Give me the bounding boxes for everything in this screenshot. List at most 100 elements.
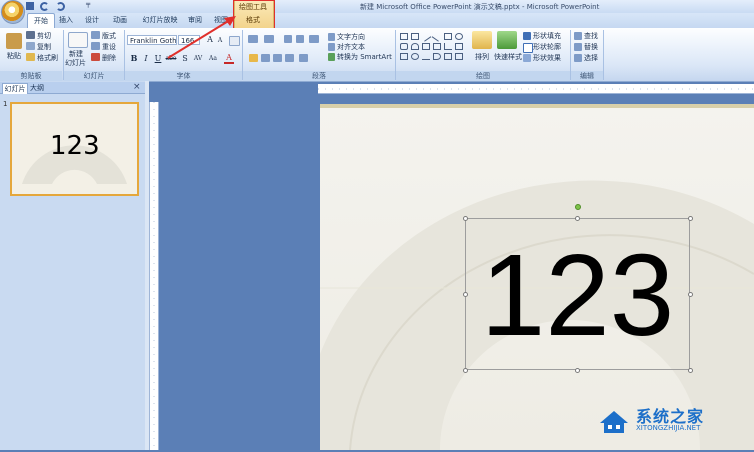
shape-curve-icon[interactable]: [422, 53, 430, 60]
line-spacing-icon[interactable]: [309, 35, 319, 43]
undo-icon[interactable]: [40, 2, 49, 11]
paste-icon[interactable]: [6, 33, 22, 49]
shape-textbox-icon[interactable]: [411, 33, 419, 40]
layout-button[interactable]: 版式: [102, 31, 116, 41]
shape-outline-button[interactable]: 形状轮廓: [533, 42, 561, 52]
bullets-icon[interactable]: [248, 35, 258, 43]
new-slide-icon[interactable]: [68, 32, 88, 48]
shape-elbow-icon[interactable]: [433, 43, 441, 50]
resize-handle-top[interactable]: [575, 216, 580, 221]
cut-button[interactable]: 剪切: [37, 31, 51, 41]
rotation-handle[interactable]: [575, 204, 581, 210]
shape-effects-button[interactable]: 形状效果: [533, 53, 561, 63]
shape-rectangle-icon[interactable]: [400, 33, 408, 40]
select-icon[interactable]: [574, 54, 582, 62]
close-icon[interactable]: ×: [133, 82, 141, 92]
shape-oval-icon[interactable]: [455, 33, 463, 40]
shape-effects-icon[interactable]: [523, 54, 531, 62]
delete-icon[interactable]: [91, 53, 100, 61]
select-button[interactable]: 选择: [584, 53, 598, 63]
resize-handle-top-left[interactable]: [463, 216, 468, 221]
group-separator: [603, 30, 604, 80]
find-button[interactable]: 查找: [584, 31, 598, 41]
group-label-clipboard: 剪贴板: [0, 71, 62, 81]
shape-connector-icon[interactable]: [422, 43, 430, 50]
group-label-editing: 编辑: [571, 71, 603, 81]
slide-number: 1: [3, 100, 8, 108]
delete-button[interactable]: 删除: [102, 53, 116, 63]
reset-button[interactable]: 重设: [102, 42, 116, 52]
smartart-icon[interactable]: [328, 53, 335, 61]
shape-square-icon[interactable]: [444, 33, 452, 40]
arrange-icon[interactable]: [472, 31, 492, 49]
convert-smartart-button[interactable]: 转换为 SmartArt: [337, 52, 392, 62]
resize-handle-right[interactable]: [688, 292, 693, 297]
redo-icon[interactable]: [56, 2, 65, 11]
format-painter-icon[interactable]: [26, 53, 35, 61]
layout-icon[interactable]: [91, 31, 100, 39]
shape-rounded-rect-icon[interactable]: [400, 43, 408, 50]
find-icon[interactable]: [574, 32, 582, 40]
tab-slides[interactable]: 幻灯片: [2, 83, 28, 94]
customize-qat-icon[interactable]: ╤: [86, 0, 90, 8]
watermark-url: XITONGZHIJIA.NET: [636, 424, 701, 432]
quick-styles-button[interactable]: 快速样式: [494, 52, 522, 62]
quick-styles-icon[interactable]: [497, 31, 517, 49]
decrease-indent-icon[interactable]: [284, 35, 292, 43]
numbering-icon[interactable]: [264, 35, 274, 43]
cut-icon[interactable]: [26, 31, 35, 39]
text-direction-button[interactable]: 文字方向: [337, 32, 365, 42]
justify-icon[interactable]: [285, 54, 294, 62]
resize-handle-top-right[interactable]: [688, 216, 693, 221]
tab-insert[interactable]: 插入: [57, 13, 75, 28]
window-title: 新建 Microsoft Office PowerPoint 演示文稿.pptx…: [360, 3, 600, 11]
text-direction-icon[interactable]: [328, 33, 335, 41]
replace-icon[interactable]: [574, 43, 582, 51]
shape-fill-icon[interactable]: [523, 32, 531, 40]
shape-outline-icon[interactable]: [523, 43, 533, 53]
shape-smile-icon[interactable]: [411, 53, 419, 60]
copy-button[interactable]: 复制: [37, 42, 51, 52]
vertical-ruler-ticks: [153, 102, 155, 450]
tab-outline[interactable]: 大纲: [28, 83, 46, 93]
resize-handle-bottom-left[interactable]: [463, 368, 468, 373]
shape-chevron-icon[interactable]: [400, 53, 408, 60]
slide-text[interactable]: 123: [470, 228, 685, 362]
shape-more-icon[interactable]: [455, 53, 463, 60]
vertical-ruler: [149, 102, 159, 450]
align-left-icon[interactable]: [249, 54, 258, 62]
arrange-button[interactable]: 排列: [475, 52, 489, 62]
shape-fill-button[interactable]: 形状填充: [533, 31, 561, 41]
tab-design[interactable]: 设计: [83, 13, 101, 28]
group-label-font: 字体: [125, 71, 242, 81]
shape-brace-icon[interactable]: [433, 53, 441, 60]
align-text-button[interactable]: 对齐文本: [337, 42, 365, 52]
align-center-icon[interactable]: [261, 54, 270, 62]
new-slide-label-2[interactable]: 幻灯片: [65, 58, 86, 68]
tab-home[interactable]: 开始: [27, 13, 55, 28]
copy-icon[interactable]: [26, 42, 35, 50]
shape-star-icon[interactable]: [444, 53, 452, 60]
align-text-icon[interactable]: [328, 43, 335, 51]
format-painter-button[interactable]: 格式刷: [37, 53, 58, 63]
bold-button[interactable]: B: [129, 54, 139, 63]
resize-handle-bottom-right[interactable]: [688, 368, 693, 373]
columns-icon[interactable]: [299, 54, 308, 62]
shape-pentagon-icon[interactable]: [455, 43, 463, 50]
tab-animation[interactable]: 动画: [111, 13, 129, 28]
save-icon[interactable]: [26, 2, 34, 10]
shape-arc-icon[interactable]: [411, 43, 419, 50]
slide-top-band: [320, 104, 754, 108]
group-label-paragraph: 段落: [243, 71, 395, 81]
resize-handle-bottom[interactable]: [575, 368, 580, 373]
increase-indent-icon[interactable]: [296, 35, 304, 43]
office-button[interactable]: [1, 0, 25, 24]
shape-triangle-icon[interactable]: [444, 43, 452, 50]
replace-button[interactable]: 替换: [584, 42, 598, 52]
italic-button[interactable]: I: [141, 54, 151, 63]
paste-button[interactable]: 粘贴: [7, 51, 21, 61]
resize-handle-left[interactable]: [463, 292, 468, 297]
annotation-arrow: [167, 16, 236, 59]
reset-icon[interactable]: [91, 42, 100, 50]
align-right-icon[interactable]: [273, 54, 282, 62]
